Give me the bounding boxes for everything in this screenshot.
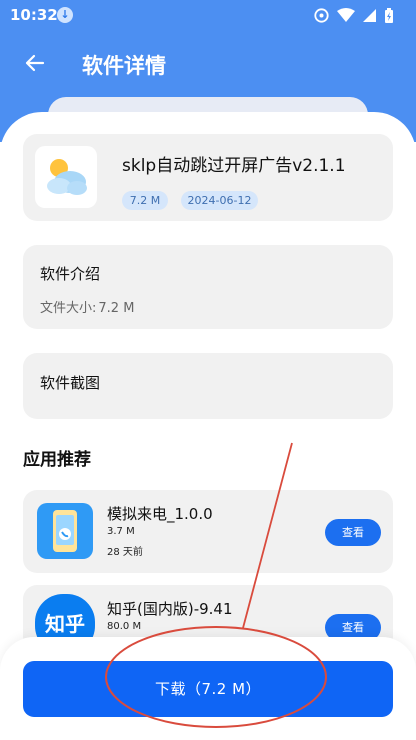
rec-size: 80.0 M [107,621,142,632]
status-bar: 10:32 ↓ [0,0,416,30]
app-info-card: sklp自动跳过开屏广告v2.1.1 7.2 M 2024-06-12 [23,134,393,221]
status-time: 10:32 [10,6,58,24]
screenshots-card: 软件截图 [23,353,393,419]
rec-name: 知乎(国内版)-9.41 [107,600,233,618]
back-button[interactable] [22,50,48,76]
gear-icon [314,8,329,23]
software-intro-card: 软件介绍 文件大小: 7.2 M [23,245,393,329]
wifi-icon [337,8,355,22]
download-button[interactable]: 下载（7.2 M） [23,661,393,717]
recommend-title: 应用推荐 [23,450,91,470]
app-name: sklp自动跳过开屏广告v2.1.1 [122,156,346,176]
list-item[interactable]: 模拟来电_1.0.0 3.7 M 28 天前 查看 [23,490,393,573]
arrow-left-icon [25,54,45,72]
zhihu-logo-text: 知乎 [45,612,85,636]
phone-call-icon [37,503,93,559]
app-date-tag: 2024-06-12 [181,191,258,210]
app-size-tag: 7.2 M [122,191,168,210]
download-notification-icon: ↓ [57,7,73,23]
file-size-value: 7.2 M [98,301,135,316]
screenshots-title: 软件截图 [40,374,101,392]
intro-title: 软件介绍 [40,265,101,283]
rec-date: 28 天前 [107,547,143,558]
rec-size: 3.7 M [107,526,135,537]
view-button[interactable]: 查看 [325,519,381,546]
status-icons [313,7,394,24]
battery-icon [385,7,393,23]
signal-icon [363,9,376,22]
weather-sun-cloud-icon [35,146,97,208]
file-size-label: 文件大小: [40,301,97,316]
rec-name: 模拟来电_1.0.0 [107,505,213,523]
file-size-row: 文件大小: 7.2 M [40,297,134,316]
page-title: 软件详情 [82,54,166,78]
